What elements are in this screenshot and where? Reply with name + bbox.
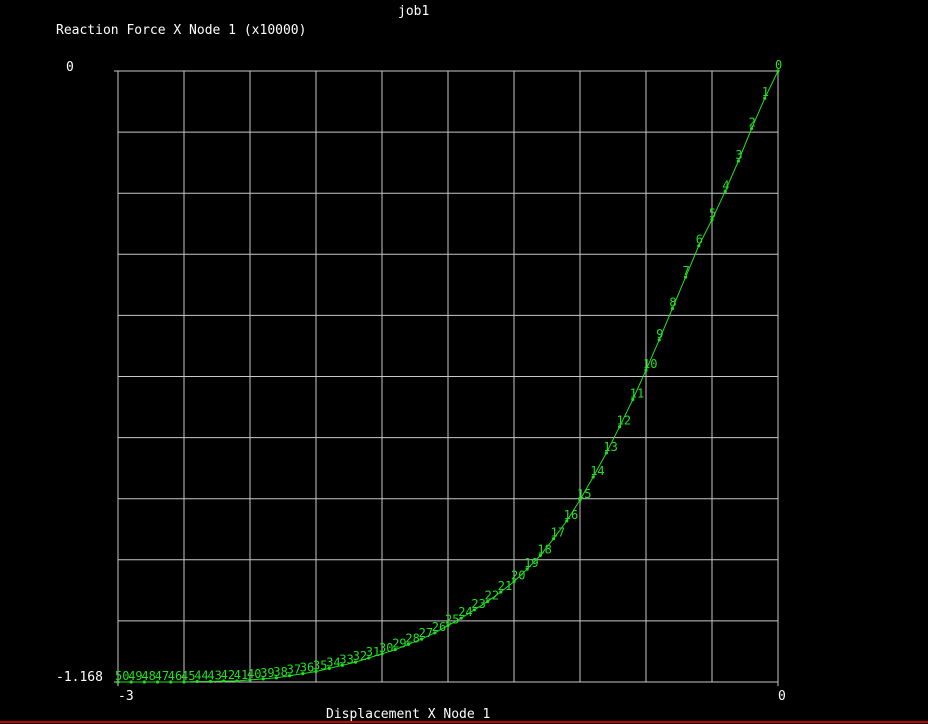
data-point-label: 21: [498, 579, 512, 593]
data-point-label: 9: [656, 327, 663, 341]
data-point-label: 48: [141, 669, 155, 683]
data-point-label: 19: [524, 556, 538, 570]
data-point-label: 2: [749, 116, 756, 130]
data-point-label: 22: [485, 588, 499, 602]
data-point-label: 41: [234, 668, 248, 682]
data-point-label: 6: [696, 233, 703, 247]
data-point-label: 40: [247, 667, 261, 681]
y-tick-label-top: 0: [66, 60, 74, 75]
data-point-label: 45: [181, 669, 195, 683]
data-point-label: 27: [419, 626, 433, 640]
data-point-label: 29: [392, 637, 406, 651]
data-point-label: 26: [432, 620, 446, 634]
data-point-label: 7: [683, 264, 690, 278]
data-point-label: 47: [155, 669, 169, 683]
x-axis-label: Displacement X Node 1: [326, 707, 491, 722]
data-point-label: 42: [221, 668, 235, 682]
data-point-label: 46: [168, 669, 182, 683]
data-point-label: 34: [326, 655, 340, 669]
data-point-label: 0: [775, 58, 782, 72]
data-point-label: 12: [617, 414, 631, 428]
data-point-label: 24: [458, 605, 472, 619]
data-point-label: 38: [273, 665, 287, 679]
data-point-label: 33: [339, 652, 353, 666]
data-point-label: 3: [735, 148, 742, 162]
data-point-label: 37: [287, 663, 301, 677]
data-point-label: 39: [260, 666, 274, 680]
chart-canvas: 0123456789101112131415161718192021222324…: [114, 58, 782, 686]
data-point-label: 50: [115, 669, 129, 683]
data-point-label: 13: [603, 440, 617, 454]
chart-title: job1: [398, 4, 430, 19]
data-point-label: 36: [300, 661, 314, 675]
data-point-label: 5: [709, 207, 716, 221]
data-point-label: 31: [366, 645, 380, 659]
data-point-label: 18: [537, 542, 551, 556]
data-point-label: 15: [577, 487, 591, 501]
data-point-label: 10: [643, 357, 657, 371]
data-point-label: 44: [194, 668, 208, 682]
x-tick-label-right: 0: [778, 689, 786, 704]
data-point-label: 16: [564, 508, 578, 522]
x-tick-label-left: -3: [118, 689, 134, 704]
y-axis-label: Reaction Force X Node 1 (x10000): [56, 23, 307, 38]
data-point-label: 35: [313, 659, 327, 673]
data-point-label: 8: [669, 295, 676, 309]
data-point-label: 11: [630, 387, 644, 401]
data-point-label: 17: [551, 526, 565, 540]
data-point-label: 28: [405, 631, 419, 645]
data-point-label: 25: [445, 613, 459, 627]
data-point-label: 23: [471, 597, 485, 611]
data-point-label: 14: [590, 464, 604, 478]
data-point-label: 43: [207, 668, 221, 682]
data-point-label: 30: [379, 641, 393, 655]
data-point-label: 32: [353, 649, 367, 663]
data-point-label: 20: [511, 569, 525, 583]
data-point-label: 49: [128, 669, 142, 683]
data-point-label: 1: [762, 85, 769, 99]
data-point-label: 4: [722, 178, 729, 192]
y-tick-label-bottom: -1.168: [56, 670, 103, 685]
